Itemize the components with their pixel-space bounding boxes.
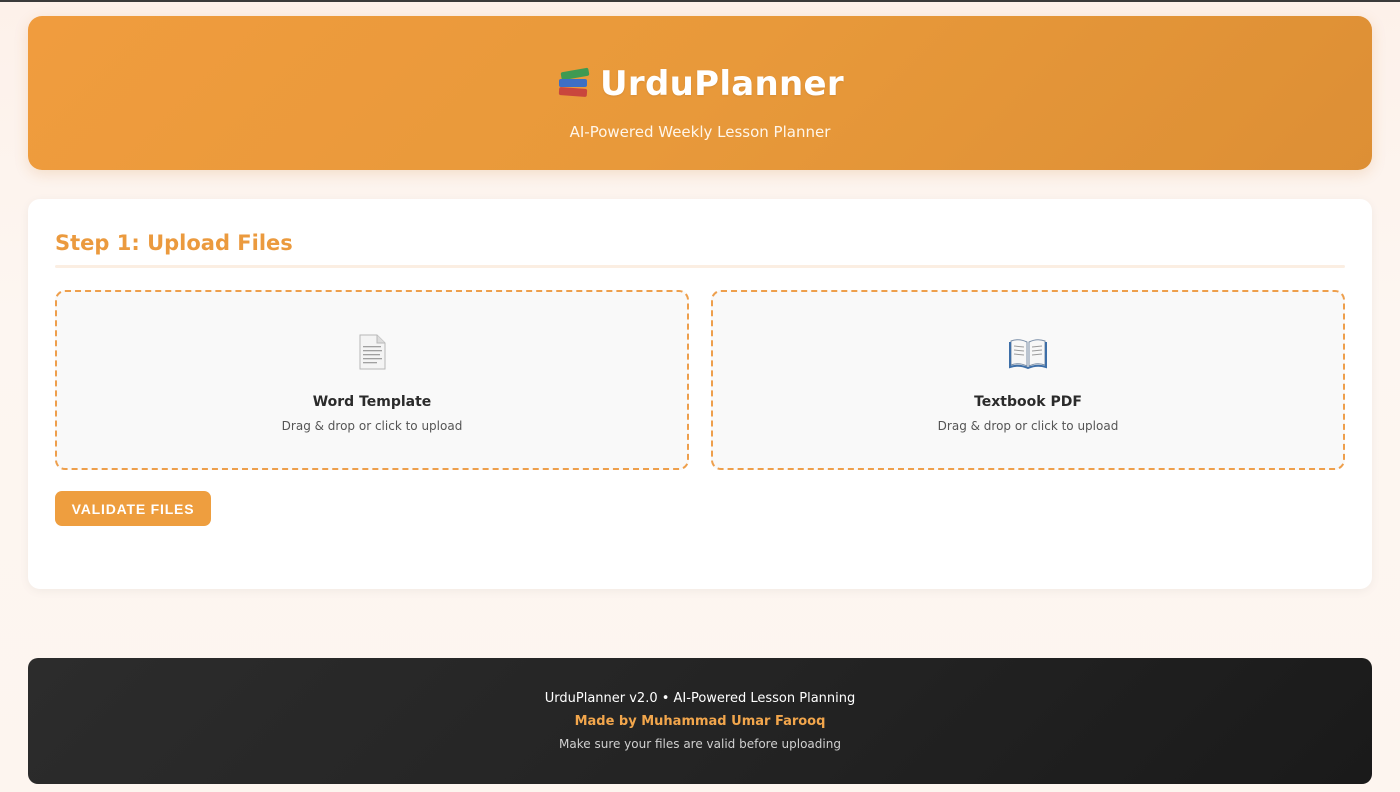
textbook-pdf-hint: Drag & drop or click to upload: [937, 419, 1119, 433]
step-title: Step 1: Upload Files: [55, 231, 293, 255]
app-footer: UrduPlanner v2.0 • AI-Powered Lesson Pla…: [28, 658, 1372, 784]
word-template-hint: Drag & drop or click to upload: [281, 419, 463, 433]
word-template-label: Word Template: [312, 394, 432, 410]
step-divider: [55, 265, 1345, 268]
upload-step-card: Step 1: Upload Files Word Template Drag …: [28, 199, 1372, 589]
app-header: UrduPlanner AI-Powered Weekly Lesson Pla…: [28, 16, 1372, 170]
open-book-icon: [1009, 339, 1047, 370]
footer-author-text: Made by Muhammad Umar Farooq: [574, 714, 826, 729]
textbook-pdf-dropzone[interactable]: Textbook PDF Drag & drop or click to upl…: [711, 290, 1345, 470]
validate-files-button[interactable]: VALIDATE FILES: [55, 491, 211, 526]
header-title-row: UrduPlanner: [28, 64, 1372, 104]
books-icon: [556, 67, 590, 100]
app-title: UrduPlanner: [600, 64, 844, 104]
footer-version-text: UrduPlanner v2.0 • AI-Powered Lesson Pla…: [544, 691, 856, 706]
textbook-pdf-label: Textbook PDF: [974, 394, 1082, 410]
word-template-dropzone[interactable]: Word Template Drag & drop or click to up…: [55, 290, 689, 470]
app-subtitle: AI-Powered Weekly Lesson Planner: [569, 123, 831, 141]
footer-note-text: Make sure your files are valid before up…: [559, 737, 841, 751]
document-icon: [359, 334, 386, 370]
